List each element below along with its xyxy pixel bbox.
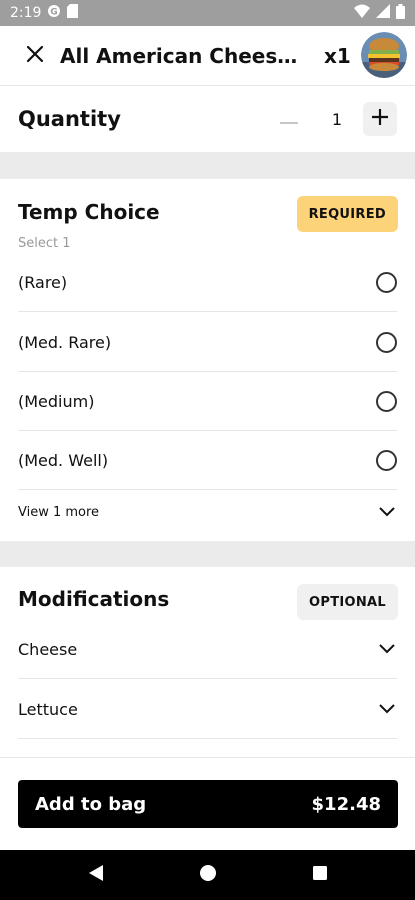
minus-icon: [280, 110, 298, 129]
signal-icon: [376, 4, 390, 22]
option-label: (Rare): [18, 272, 68, 292]
radio-unchecked-icon[interactable]: [376, 331, 397, 353]
temp-option-med-well[interactable]: (Med. Well): [18, 431, 397, 490]
modifications-title: Modifications: [18, 587, 170, 611]
quantity-label: Quantity: [18, 107, 121, 131]
home-circle-icon: [199, 864, 217, 886]
option-label: (Medium): [18, 391, 95, 411]
chevron-down-icon: [377, 502, 397, 522]
item-quantity-badge: x1: [324, 43, 351, 68]
wifi-icon: [354, 4, 370, 22]
plus-icon: [371, 108, 389, 130]
nav-home-button[interactable]: [196, 863, 220, 887]
back-triangle-icon: [88, 864, 104, 886]
radio-unchecked-icon[interactable]: [376, 449, 397, 471]
quantity-row: Quantity 1: [0, 86, 415, 152]
add-to-bag-button[interactable]: Add to bag $12.48: [18, 780, 398, 828]
chevron-down-icon: [377, 699, 397, 719]
system-nav-bar: [0, 850, 415, 900]
item-thumbnail: [361, 32, 407, 78]
radio-unchecked-icon[interactable]: [376, 390, 397, 412]
modification-cheese[interactable]: Cheese: [18, 620, 397, 679]
notification-icon: G: [47, 4, 61, 22]
section-divider: [0, 152, 415, 179]
section-divider: [0, 541, 415, 567]
status-bar: 2:19 G: [0, 0, 415, 26]
optional-badge: OPTIONAL: [297, 584, 398, 620]
temp-option-rare[interactable]: (Rare): [18, 253, 397, 312]
temp-option-medium[interactable]: (Medium): [18, 372, 397, 431]
temp-choice-subtitle: Select 1: [18, 236, 71, 251]
quantity-stepper: 1: [275, 102, 397, 136]
quantity-value: 1: [331, 109, 343, 129]
modification-lettuce[interactable]: Lettuce: [18, 680, 397, 739]
nav-back-button[interactable]: [84, 863, 108, 887]
option-label: (Med. Rare): [18, 332, 112, 352]
temp-option-med-rare[interactable]: (Med. Rare): [18, 313, 397, 372]
item-title: All American Cheeseb...: [60, 43, 310, 68]
recents-square-icon: [312, 865, 328, 885]
chevron-down-icon: [377, 639, 397, 659]
status-time: 2:19: [10, 5, 42, 21]
close-button[interactable]: [20, 41, 50, 71]
view-more-label: View 1 more: [18, 504, 100, 520]
decrease-quantity-button[interactable]: [275, 105, 303, 133]
close-icon: [26, 45, 44, 67]
option-label: (Med. Well): [18, 450, 109, 470]
battery-icon: [396, 3, 405, 23]
item-header: All American Cheeseb... x1: [0, 26, 415, 86]
modification-label: Lettuce: [18, 699, 78, 719]
temp-choice-title: Temp Choice: [18, 200, 160, 224]
svg-text:G: G: [51, 8, 58, 18]
increase-quantity-button[interactable]: [363, 102, 397, 136]
modification-label: Cheese: [18, 639, 78, 659]
required-badge: REQUIRED: [296, 196, 398, 232]
nav-recents-button[interactable]: [308, 863, 332, 887]
bottom-bar: Add to bag $12.48: [0, 757, 415, 850]
view-more-button[interactable]: View 1 more: [18, 491, 397, 533]
total-price: $12.48: [311, 793, 381, 815]
radio-unchecked-icon[interactable]: [376, 271, 397, 293]
add-to-bag-label: Add to bag: [35, 793, 147, 815]
sd-card-icon: [67, 4, 79, 22]
